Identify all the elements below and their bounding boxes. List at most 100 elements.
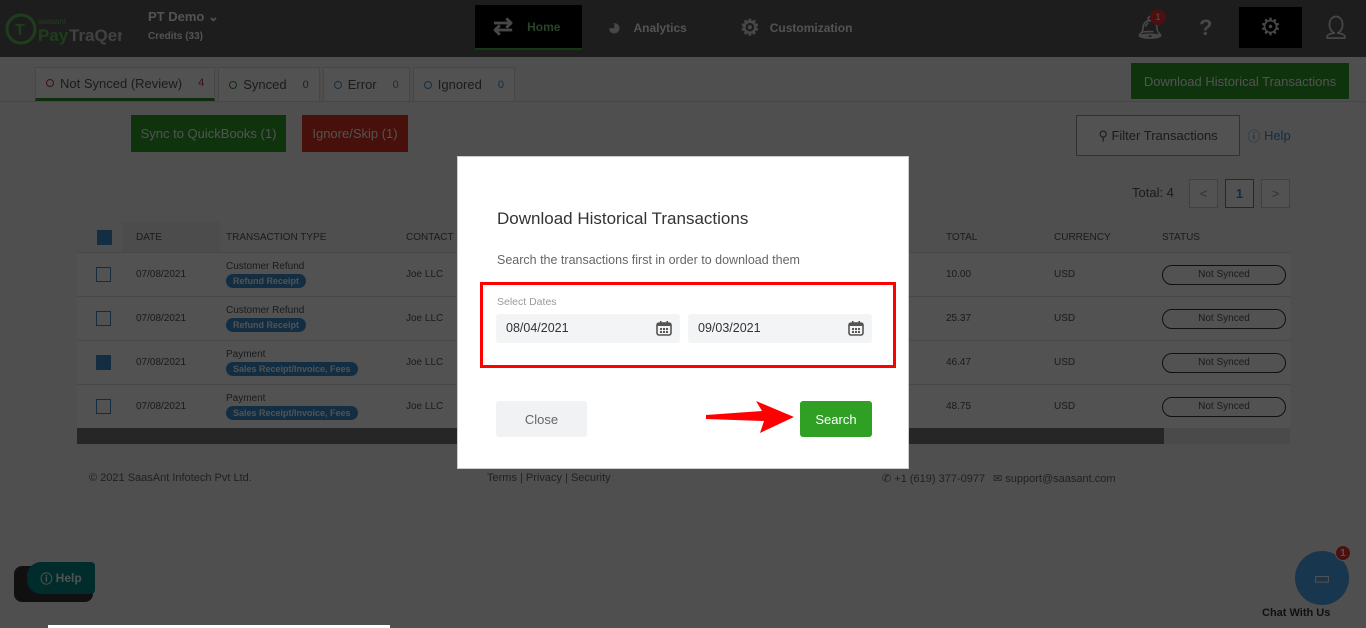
credits: Credits (33)	[148, 31, 204, 42]
svg-text:T: T	[15, 22, 25, 39]
row-date: 07/08/2021	[136, 313, 187, 324]
nav-home[interactable]: ⇄ Home	[475, 5, 582, 50]
footer-email[interactable]: ✉ support@saasant.com	[993, 472, 1116, 485]
row-contact: Joe LLC	[406, 313, 444, 324]
account-name: PT Demo	[148, 9, 205, 24]
copyright: © 2021 SaasAnt Infotech Pvt Ltd.	[89, 472, 252, 484]
gear-icon: ⚙	[1259, 14, 1282, 41]
end-date-value: 09/03/2021	[698, 321, 761, 335]
row-type: Customer Refund	[226, 305, 305, 316]
type-tag: Sales Receipt/Invoice, Fees	[226, 406, 358, 420]
envelope-icon: ✉	[993, 473, 1006, 485]
chat-badge: 1	[1335, 545, 1351, 561]
col-type: TRANSACTION TYPE	[226, 231, 327, 243]
tab-error[interactable]: Error 0	[322, 67, 410, 101]
tab-count: 0	[302, 78, 309, 91]
tab-not-synced[interactable]: Not Synced (Review) 4	[35, 67, 216, 101]
close-button[interactable]: Close	[496, 401, 587, 437]
calendar-icon[interactable]	[848, 320, 864, 336]
status-badge: Not Synced	[1162, 308, 1286, 329]
help-label: Help	[1263, 127, 1291, 143]
highlight-box: Select Dates 08/04/2021 09/03/2021	[480, 282, 896, 368]
svg-text:TraQer: TraQer	[69, 26, 122, 45]
circle-icon	[229, 80, 238, 89]
tab-label: Not Synced (Review)	[60, 75, 183, 91]
row-type: Payment	[226, 393, 266, 404]
top-header: Tsaasant Pay TraQer PT Demo ⌄ Credits (33)…	[0, 0, 1366, 57]
row-contact: Joe LLC	[406, 401, 444, 412]
total-count: Total: 4	[1132, 185, 1174, 200]
chat-label: Chat With Us	[1262, 607, 1331, 619]
status-badge: Not Synced	[1162, 396, 1286, 417]
tab-synced[interactable]: Synced 0	[218, 67, 320, 101]
filter-transactions-button[interactable]: ⚲ Filter Transactions	[1076, 115, 1240, 156]
calendar-icon[interactable]	[656, 320, 672, 336]
user-icon[interactable]: 👤︎	[1322, 15, 1350, 41]
help-widget-button[interactable]: ⓘ Help	[27, 562, 95, 594]
arrows-swap-icon: ⇄	[493, 13, 514, 40]
ignore-skip-button[interactable]: Ignore/Skip (1)	[302, 115, 408, 152]
circle-icon	[46, 79, 54, 87]
footer-links[interactable]: Terms | Privacy | Security	[487, 472, 611, 484]
settings-gear-button[interactable]: ⚙	[1239, 7, 1302, 48]
end-date-input[interactable]: 09/03/2021	[688, 314, 872, 343]
phone-icon: ✆	[882, 473, 895, 485]
next-page-button[interactable]: >	[1261, 179, 1290, 208]
tab-count: 0	[392, 78, 399, 91]
row-total: 25.37	[946, 313, 972, 324]
page-1-button[interactable]: 1	[1225, 179, 1254, 208]
row-date: 07/08/2021	[136, 401, 187, 412]
tab-label: Synced	[243, 77, 287, 92]
gears-icon: ⚙	[740, 14, 760, 40]
footer-phone: ✆ +1 (619) 377-0977	[882, 472, 985, 485]
chat-bubble-icon: ▭	[1313, 567, 1331, 588]
help-widget-label: Help	[55, 571, 82, 585]
help-link[interactable]: ⓘ Help	[1245, 125, 1293, 145]
type-tag: Refund Receipt	[226, 318, 307, 332]
row-contact: Joe LLC	[406, 357, 444, 368]
sync-quickbooks-button[interactable]: Sync to QuickBooks (1)	[131, 115, 286, 152]
nav-label: Analytics	[633, 20, 687, 35]
row-total: 10.00	[946, 269, 972, 280]
prev-page-button[interactable]: <	[1189, 179, 1218, 208]
select-dates-label: Select Dates	[497, 296, 557, 308]
nav-customization[interactable]: ⚙ Customization	[740, 5, 852, 50]
start-date-value: 08/04/2021	[506, 321, 569, 335]
modal-subtitle: Search the transactions first in order t…	[497, 253, 800, 267]
tabs-divider	[0, 101, 1366, 102]
row-checkbox[interactable]	[96, 355, 111, 370]
type-tag: Sales Receipt/Invoice, Fees	[226, 362, 358, 376]
row-contact: Joe LLC	[406, 269, 444, 280]
download-historical-button[interactable]: Download Historical Transactions	[1131, 63, 1349, 99]
help-question-icon[interactable]: ?	[1199, 15, 1212, 41]
nav-label: Customization	[769, 20, 853, 35]
row-checkbox[interactable]	[96, 399, 111, 414]
pie-chart-icon: ◕	[607, 13, 622, 41]
status-badge: Not Synced	[1162, 264, 1286, 285]
row-checkbox[interactable]	[96, 311, 111, 326]
search-button[interactable]: Search	[800, 401, 872, 437]
svg-text:saasant: saasant	[38, 17, 67, 26]
row-date: 07/08/2021	[136, 269, 187, 280]
circle-icon	[333, 80, 342, 89]
notification-badge: 1	[1150, 9, 1166, 25]
question-circle-icon: ⓘ	[40, 571, 56, 586]
row-total: 46.47	[946, 357, 972, 368]
nav-analytics[interactable]: ◕ Analytics	[607, 5, 687, 50]
status-tabs: Not Synced (Review) 4 Synced 0 Error 0 Igno…	[35, 67, 515, 101]
red-arrow-annotation	[706, 401, 794, 433]
select-all-checkbox[interactable]	[97, 229, 112, 245]
row-checkbox[interactable]	[96, 267, 111, 282]
start-date-input[interactable]: 08/04/2021	[496, 314, 680, 343]
paytraqer-logo[interactable]: Tsaasant Pay TraQer	[4, 10, 124, 46]
filter-label: Filter Transactions	[1111, 128, 1218, 143]
status-badge: Not Synced	[1162, 352, 1286, 373]
circle-icon	[423, 80, 432, 89]
modal-title: Download Historical Transactions	[497, 209, 749, 228]
account-switcher[interactable]: PT Demo ⌄ Credits (33)	[148, 9, 219, 42]
col-status: STATUS	[1162, 231, 1200, 243]
phone-text: +1 (619) 377-0977	[894, 473, 986, 485]
tab-ignored[interactable]: Ignored 0	[412, 67, 515, 101]
col-total: TOTAL	[946, 231, 978, 243]
row-currency: USD	[1054, 401, 1076, 412]
